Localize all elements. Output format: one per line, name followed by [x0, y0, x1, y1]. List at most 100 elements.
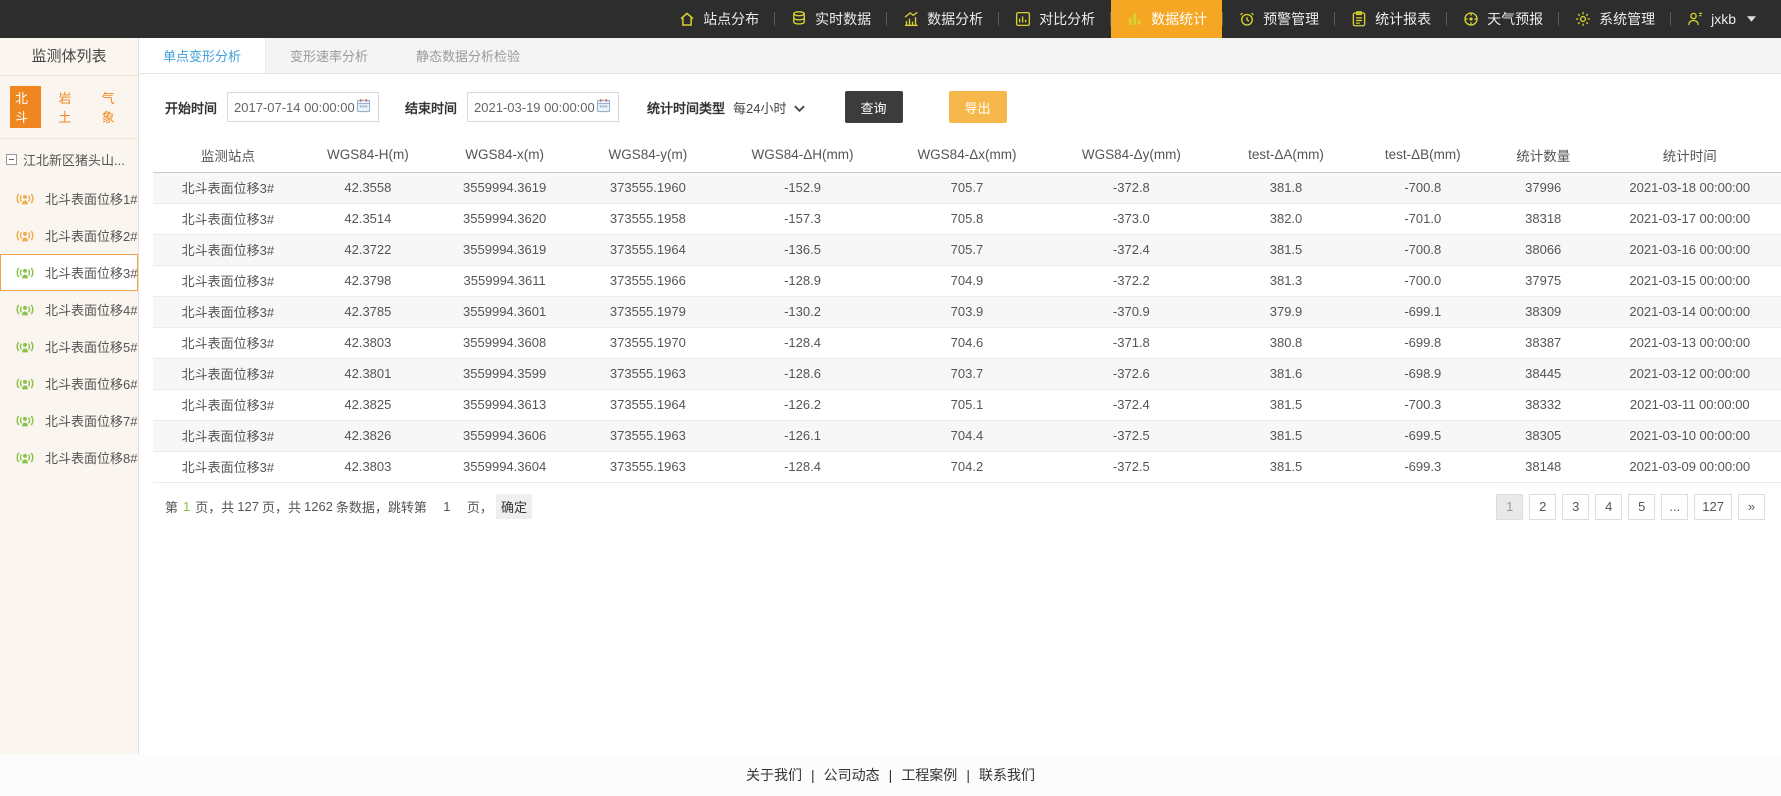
cell: -372.5: [1048, 420, 1214, 451]
nav-label: 站点分布: [703, 9, 759, 29]
sidebar-tab-beidou[interactable]: 北斗: [10, 86, 41, 128]
time-type-label: 统计时间类型: [647, 98, 725, 117]
calendar-icon[interactable]: [356, 98, 371, 116]
page-button-4[interactable]: 4: [1595, 494, 1622, 520]
sidebar-tab-geotech[interactable]: 岩土: [53, 86, 84, 128]
content-filler: [139, 520, 1781, 755]
nav-item-weather-forecast[interactable]: 天气预报: [1447, 0, 1558, 38]
page-button-3[interactable]: 3: [1562, 494, 1589, 520]
nav-item-alert-management[interactable]: 预警管理: [1223, 0, 1334, 38]
page-next-button[interactable]: »: [1738, 494, 1765, 520]
column-header: WGS84-x(m): [433, 138, 576, 172]
end-time-field[interactable]: [467, 92, 619, 122]
collapse-icon[interactable]: [6, 154, 17, 165]
start-time-input[interactable]: [234, 100, 356, 115]
sidebar-item-station-5[interactable]: 北斗表面位移5#: [0, 328, 138, 365]
cell: 42.3803: [303, 327, 433, 358]
nav-item-system-management[interactable]: 系统管理: [1559, 0, 1670, 38]
cell: 3559994.3613: [433, 389, 576, 420]
cell: 381.3: [1214, 265, 1357, 296]
cell: 381.8: [1214, 172, 1357, 203]
cell: -699.8: [1358, 327, 1488, 358]
cell: 705.1: [886, 389, 1049, 420]
cell: 2021-03-18 00:00:00: [1599, 172, 1781, 203]
page-button-5[interactable]: 5: [1628, 494, 1655, 520]
cell: 42.3801: [303, 358, 433, 389]
tab-static-data-check[interactable]: 静态数据分析检验: [392, 38, 544, 73]
page-button-2[interactable]: 2: [1529, 494, 1556, 520]
calendar-icon[interactable]: [596, 98, 611, 116]
footer-link-contact[interactable]: 联系我们: [979, 765, 1035, 785]
sidebar-item-station-2[interactable]: 北斗表面位移2#: [0, 217, 138, 254]
nav-item-site-distribution[interactable]: 站点分布: [663, 0, 774, 38]
column-header: WGS84-ΔH(mm): [720, 138, 886, 172]
top-navigation: 站点分布 实时数据 数据分析 对比分析 数据统计 预警管理 统计报表 天气预报 …: [0, 0, 1781, 38]
end-time-label: 结束时间: [405, 98, 457, 117]
footer-separator: |: [889, 767, 893, 783]
table-header: 监测站点 WGS84-H(m) WGS84-x(m) WGS84-y(m) WG…: [153, 138, 1781, 172]
sidebar-tab-weather[interactable]: 气象: [97, 86, 128, 128]
sidebar-item-label: 北斗表面位移2#: [45, 226, 137, 245]
page-button-1[interactable]: 1: [1496, 494, 1523, 520]
table-row: 北斗表面位移3#42.38263559994.3606373555.1963-1…: [153, 420, 1781, 451]
cell: 379.9: [1214, 296, 1357, 327]
cell: 北斗表面位移3#: [153, 203, 303, 234]
cell: 2021-03-11 00:00:00: [1599, 389, 1781, 420]
nav-item-data-statistics[interactable]: 数据统计: [1111, 0, 1222, 38]
footer-link-news[interactable]: 公司动态: [824, 765, 880, 785]
cell: 42.3826: [303, 420, 433, 451]
signal-icon: [14, 228, 36, 243]
signal-icon: [14, 376, 36, 391]
tab-single-point-deformation[interactable]: 单点变形分析: [139, 38, 266, 73]
time-type-value: 每24小时: [733, 98, 786, 117]
tree-root-node[interactable]: 江北新区猪头山...: [0, 139, 138, 180]
cell: -128.4: [720, 451, 886, 482]
tab-deformation-rate[interactable]: 变形速率分析: [266, 38, 392, 73]
cell: -130.2: [720, 296, 886, 327]
cell: 37975: [1488, 265, 1599, 296]
confirm-button[interactable]: 确定: [496, 494, 532, 519]
time-type-select[interactable]: 每24小时: [733, 98, 804, 117]
jump-page-input[interactable]: [430, 497, 464, 517]
chart-box-icon: [1014, 10, 1032, 28]
cell: 2021-03-15 00:00:00: [1599, 265, 1781, 296]
sidebar-item-station-4[interactable]: 北斗表面位移4#: [0, 291, 138, 328]
page-button-127[interactable]: 127: [1694, 494, 1732, 520]
cell: 38066: [1488, 234, 1599, 265]
cell: 2021-03-14 00:00:00: [1599, 296, 1781, 327]
cell: -371.8: [1048, 327, 1214, 358]
cell: 380.8: [1214, 327, 1357, 358]
nav-item-compare-analysis[interactable]: 对比分析: [999, 0, 1110, 38]
query-button[interactable]: 查询: [845, 91, 903, 123]
footer-link-about[interactable]: 关于我们: [746, 765, 802, 785]
cell: -372.5: [1048, 451, 1214, 482]
nav-item-realtime-data[interactable]: 实时数据: [775, 0, 886, 38]
column-header: WGS84-H(m): [303, 138, 433, 172]
footer-link-cases[interactable]: 工程案例: [901, 765, 957, 785]
line-chart-icon: [902, 10, 920, 28]
cell: 703.9: [886, 296, 1049, 327]
nav-item-data-analysis[interactable]: 数据分析: [887, 0, 998, 38]
user-menu[interactable]: jxkb: [1671, 0, 1771, 38]
export-button[interactable]: 导出: [949, 91, 1007, 123]
cell: 381.5: [1214, 451, 1357, 482]
cell: 37996: [1488, 172, 1599, 203]
sidebar-item-station-7[interactable]: 北斗表面位移7#: [0, 402, 138, 439]
total-pages: 127: [237, 499, 259, 514]
end-time-input[interactable]: [474, 100, 596, 115]
page-ellipsis[interactable]: ...: [1661, 494, 1688, 520]
sidebar-title: 监测体列表: [0, 38, 138, 76]
statistics-table: 监测站点 WGS84-H(m) WGS84-x(m) WGS84-y(m) WG…: [153, 138, 1781, 483]
cell: 北斗表面位移3#: [153, 389, 303, 420]
sidebar-item-station-6[interactable]: 北斗表面位移6#: [0, 365, 138, 402]
sidebar-item-label: 北斗表面位移7#: [45, 411, 137, 430]
sidebar-item-station-8[interactable]: 北斗表面位移8#: [0, 439, 138, 476]
page-info-text: 第: [165, 497, 178, 516]
nav-label: 实时数据: [815, 9, 871, 29]
sidebar-item-station-1[interactable]: 北斗表面位移1#: [0, 180, 138, 217]
sidebar-item-station-3[interactable]: 北斗表面位移3#: [0, 254, 138, 291]
nav-item-statistics-report[interactable]: 统计报表: [1335, 0, 1446, 38]
table-header-row: 监测站点 WGS84-H(m) WGS84-x(m) WGS84-y(m) WG…: [153, 138, 1781, 172]
cell: 2021-03-17 00:00:00: [1599, 203, 1781, 234]
start-time-field[interactable]: [227, 92, 379, 122]
